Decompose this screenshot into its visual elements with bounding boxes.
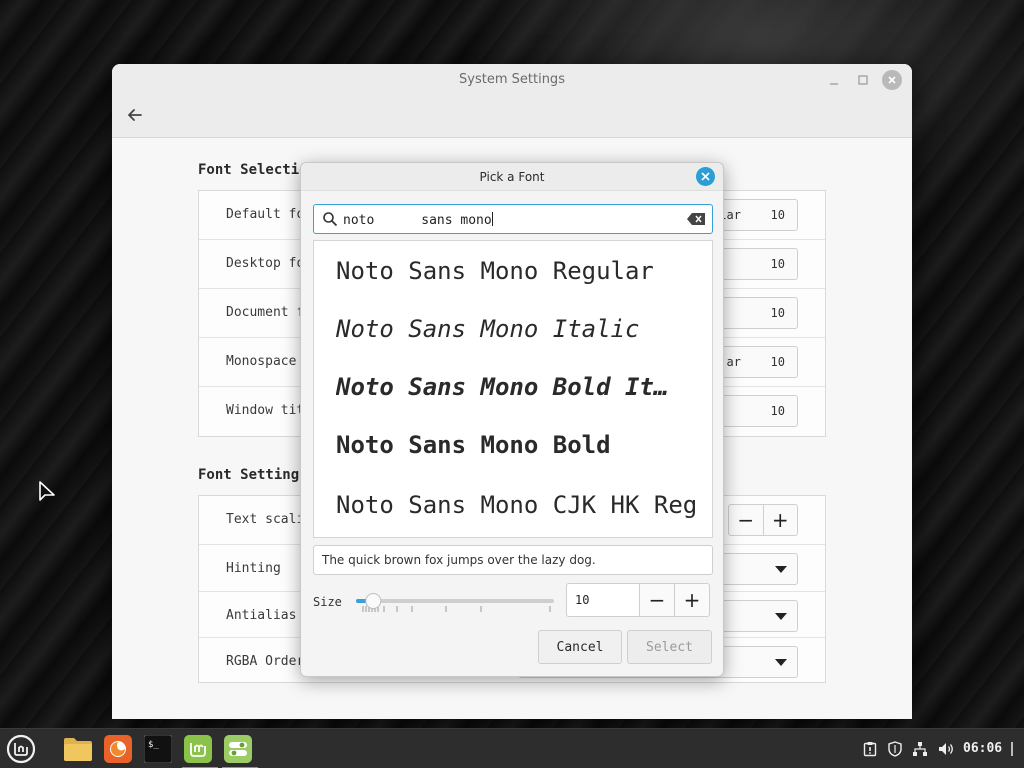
font-button-size: 10 bbox=[770, 208, 785, 222]
font-button-size: 10 bbox=[770, 355, 785, 369]
font-list-item[interactable]: Noto Sans Mono Bold bbox=[336, 431, 696, 459]
software-manager-launcher[interactable] bbox=[182, 733, 218, 768]
chevron-down-icon bbox=[775, 659, 787, 666]
font-selection-title: Font Selection bbox=[198, 162, 317, 178]
divider-icon bbox=[1010, 742, 1013, 756]
search-icon bbox=[323, 212, 338, 227]
list-divider bbox=[314, 537, 712, 538]
chevron-down-icon bbox=[775, 613, 787, 620]
size-increase-button[interactable]: + bbox=[674, 583, 710, 617]
font-list: Noto Sans Mono Regular Noto Sans Mono It… bbox=[313, 240, 713, 538]
row-label: Monospace bbox=[226, 354, 297, 369]
decrease-button[interactable]: − bbox=[729, 505, 763, 535]
row-label: Default fo bbox=[226, 207, 305, 222]
font-list-item[interactable]: Noto Sans Mono CJK HK Reg… bbox=[336, 491, 696, 519]
volume-icon bbox=[939, 743, 953, 755]
volume-tray[interactable] bbox=[936, 739, 956, 759]
font-list-item[interactable]: Noto Sans Mono Regular bbox=[336, 257, 696, 285]
size-decrease-button[interactable]: − bbox=[639, 583, 675, 617]
clear-input-icon[interactable] bbox=[687, 213, 705, 225]
close-icon bbox=[701, 172, 710, 181]
row-label: Window tit bbox=[226, 403, 305, 418]
size-label: Size bbox=[313, 595, 342, 609]
dialog-close-button[interactable] bbox=[696, 167, 715, 186]
row-label: Text scali bbox=[226, 512, 305, 527]
close-icon bbox=[888, 76, 896, 84]
window-close-button[interactable] bbox=[882, 70, 902, 90]
slider-ticks bbox=[362, 606, 551, 612]
font-button-size: 10 bbox=[770, 306, 785, 320]
size-input[interactable]: 10 bbox=[566, 583, 640, 617]
dialog-titlebar[interactable]: Pick a Font bbox=[301, 163, 723, 191]
taskbar: $_ 06:06 bbox=[0, 728, 1024, 768]
security-tray[interactable] bbox=[885, 739, 905, 759]
cancel-button[interactable]: Cancel bbox=[538, 630, 622, 664]
row-label: Document f bbox=[226, 305, 305, 320]
system-settings-launcher[interactable] bbox=[222, 733, 258, 768]
terminal-launcher[interactable]: $_ bbox=[142, 733, 174, 765]
files-launcher[interactable] bbox=[62, 733, 94, 765]
clock[interactable]: 06:06 bbox=[963, 741, 1002, 756]
firefox-launcher[interactable] bbox=[102, 733, 134, 765]
row-label: Antialias bbox=[226, 608, 297, 623]
show-desktop-button[interactable] bbox=[1007, 739, 1017, 759]
settings-icon bbox=[224, 735, 252, 763]
shield-icon bbox=[888, 741, 902, 757]
minimize-button[interactable] bbox=[824, 70, 844, 90]
font-list-item[interactable]: Noto Sans Mono Bold It… bbox=[336, 373, 696, 401]
chevron-down-icon bbox=[775, 566, 787, 573]
dialog-title: Pick a Font bbox=[479, 170, 545, 184]
back-arrow-icon[interactable] bbox=[124, 104, 146, 126]
network-tray[interactable] bbox=[910, 739, 930, 759]
update-manager-tray[interactable] bbox=[860, 739, 880, 759]
row-label: RGBA Order bbox=[226, 654, 305, 669]
clipboard-icon bbox=[863, 742, 877, 757]
text-scaling-stepper: − + bbox=[728, 504, 798, 536]
minimize-icon bbox=[830, 83, 838, 85]
search-value: noto sans mono bbox=[343, 213, 492, 228]
increase-button[interactable]: + bbox=[762, 505, 798, 535]
slider-handle[interactable] bbox=[365, 593, 382, 609]
network-icon bbox=[913, 742, 927, 756]
mintinstall-icon bbox=[184, 735, 212, 763]
start-menu-button[interactable] bbox=[5, 733, 37, 765]
row-label: Hinting bbox=[226, 561, 281, 576]
mouse-cursor-icon bbox=[39, 481, 55, 501]
font-button-label: ar bbox=[726, 355, 741, 369]
files-icon bbox=[64, 738, 92, 761]
maximize-button[interactable] bbox=[853, 70, 873, 90]
window-title: System Settings bbox=[459, 72, 565, 87]
maximize-icon bbox=[858, 75, 868, 85]
font-preview-field[interactable]: The quick brown fox jumps over the lazy … bbox=[313, 545, 713, 575]
font-button-size: 10 bbox=[770, 404, 785, 418]
size-slider[interactable] bbox=[354, 587, 558, 617]
slider-track bbox=[356, 599, 554, 603]
svg-text:$_: $_ bbox=[148, 740, 159, 750]
row-label: Desktop fo bbox=[226, 256, 305, 271]
font-list-item[interactable]: Noto Sans Mono Italic bbox=[336, 315, 696, 343]
font-search-input[interactable]: noto sans mono bbox=[313, 204, 713, 234]
terminal-icon: $_ bbox=[144, 735, 172, 763]
font-button-size: 10 bbox=[770, 257, 785, 271]
select-button[interactable]: Select bbox=[627, 630, 712, 664]
firefox-icon bbox=[104, 735, 132, 763]
menu-icon bbox=[6, 734, 36, 764]
pick-font-dialog: Pick a Font noto sans mono Noto Sans Mon… bbox=[300, 162, 724, 677]
window-titlebar[interactable]: System Settings bbox=[112, 64, 912, 138]
font-settings-title: Font Settings bbox=[198, 467, 308, 483]
